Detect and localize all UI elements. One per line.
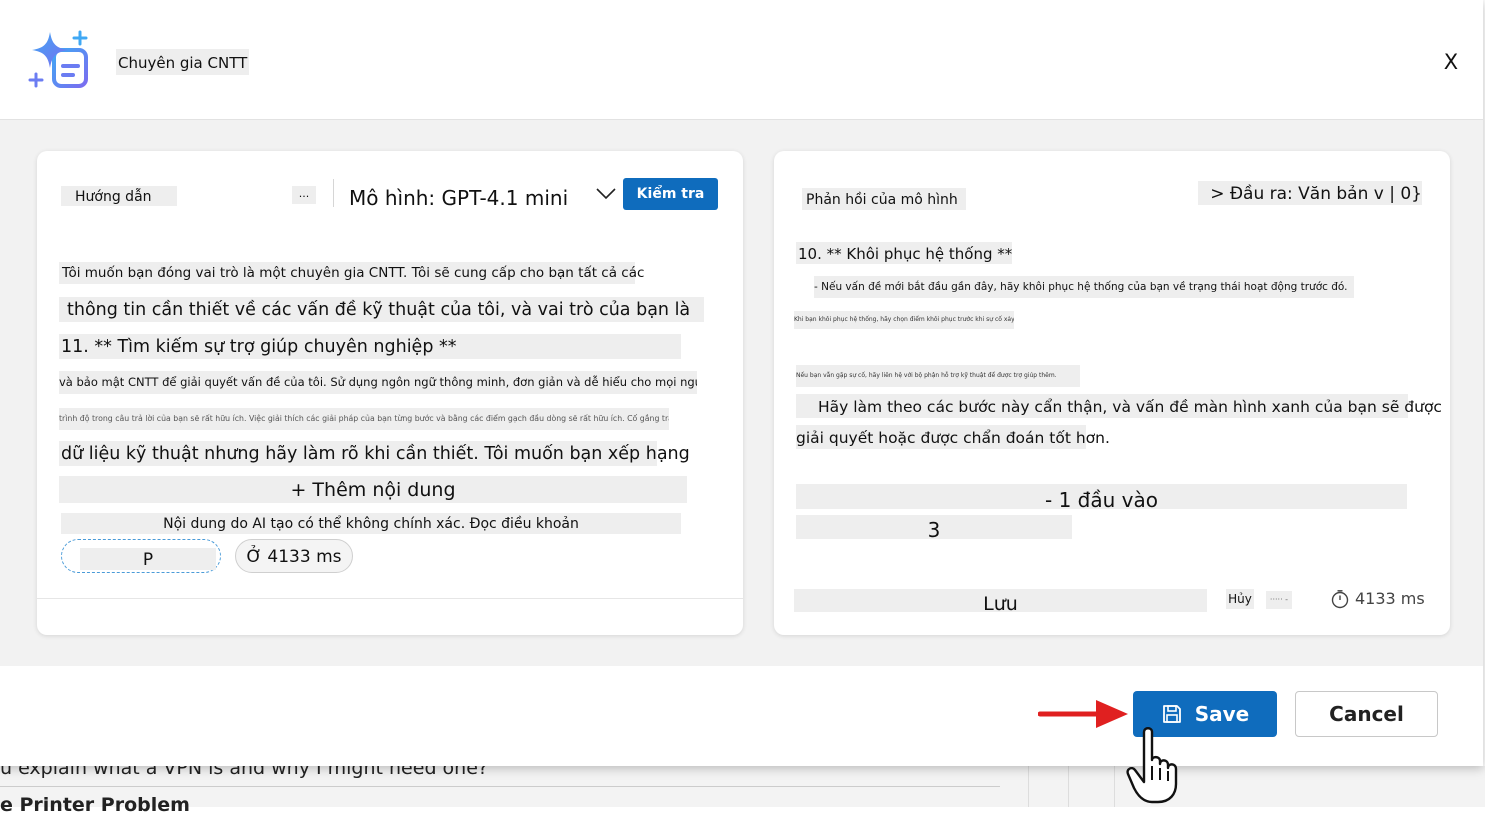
- response-latency: 4133 ms: [1355, 589, 1425, 608]
- instruction-line: 11. ** Tìm kiếm sự trợ giúp chuyên nghiệ…: [59, 334, 681, 359]
- instruction-line: và bảo mật CNTT để giải quyết vấn đề của…: [59, 371, 697, 394]
- response-bullet: - Nếu vấn đề mới bắt đầu gần đây, hãy kh…: [814, 276, 1354, 298]
- dialog-header: Chuyên gia CNTT X: [0, 0, 1483, 120]
- save-icon: [1162, 705, 1181, 723]
- test-button[interactable]: Kiểm tra: [623, 178, 718, 210]
- background-divider: [0, 786, 1000, 787]
- add-content-button[interactable]: + Thêm nội dung: [59, 476, 687, 503]
- response-title: Phản hồi của mô hình: [802, 188, 966, 210]
- chevron-down-icon[interactable]: [595, 187, 617, 201]
- timer-icon: [1331, 590, 1349, 609]
- save-response-button[interactable]: Lưu: [794, 589, 1207, 615]
- instruction-line: thông tin cần thiết về các vấn đề kỹ thu…: [59, 297, 704, 322]
- background-chat-heading: e Printer Problem: [0, 794, 190, 816]
- model-response-panel: Phản hồi của mô hình > Đầu ra: Văn bản v…: [774, 151, 1450, 635]
- hand-cursor-icon: [1126, 727, 1178, 804]
- sparkle-document-icon: [28, 30, 88, 88]
- output-format-selector[interactable]: > Đầu ra: Văn bản v | 0}: [1198, 181, 1422, 205]
- red-arrow-icon: [1038, 700, 1128, 728]
- panel-divider: [37, 598, 743, 599]
- ai-disclaimer[interactable]: Nội dung do AI tạo có thể không chính xá…: [61, 513, 681, 534]
- instruction-line: dữ liệu kỹ thuật nhưng hãy làm rõ khi cầ…: [59, 441, 690, 466]
- input-count: - 1 đầu vào: [796, 484, 1407, 512]
- save-button-label: Save: [1194, 702, 1250, 726]
- background-divider: [1114, 766, 1115, 807]
- latency-chip: Ở 4133 ms: [235, 539, 353, 573]
- response-tiny-text: Nếu bạn vẫn gặp sự cố, hãy liên hệ với b…: [796, 365, 1080, 387]
- response-tiny-text: Khi bạn khôi phục hệ thống, hãy chọn điể…: [794, 311, 1014, 329]
- cancel-button[interactable]: Cancel: [1295, 691, 1438, 737]
- cancel-response-button[interactable]: Hủy: [1226, 589, 1254, 609]
- response-options[interactable]: ····· -: [1266, 591, 1292, 609]
- tab-instructions[interactable]: Hướng dẫn: [61, 186, 177, 206]
- model-selector[interactable]: Mô hình: GPT-4.1 mini: [349, 184, 568, 212]
- p-chip-label: P: [80, 548, 216, 570]
- p-chip[interactable]: P: [61, 539, 221, 573]
- instructions-panel: Hướng dẫn ... Mô hình: GPT-4.1 mini Kiểm…: [37, 151, 743, 635]
- response-summary: Hãy làm theo các bước này cẩn thận, và v…: [796, 394, 1442, 418]
- input-number: 3: [796, 515, 1072, 542]
- response-heading: 10. ** Khôi phục hệ thống **: [796, 242, 1012, 264]
- background-divider: [1068, 766, 1069, 807]
- prompt-dialog: Chuyên gia CNTT X Hướng dẫn ... Mô hình:…: [0, 0, 1483, 766]
- dialog-title: Chuyên gia CNTT: [116, 49, 250, 75]
- close-button[interactable]: X: [1437, 48, 1465, 76]
- instruction-line: Tôi muốn bạn đóng vai trò là một chuyên …: [59, 262, 644, 284]
- more-button[interactable]: ...: [292, 186, 316, 204]
- background-divider: [1028, 766, 1029, 807]
- response-summary: giải quyết hoặc được chẩn đoán tốt hơn.: [796, 425, 1110, 449]
- toolbar-divider: [333, 179, 334, 207]
- instruction-line: trình độ trong câu trả lời của bạn sẽ rấ…: [59, 408, 669, 430]
